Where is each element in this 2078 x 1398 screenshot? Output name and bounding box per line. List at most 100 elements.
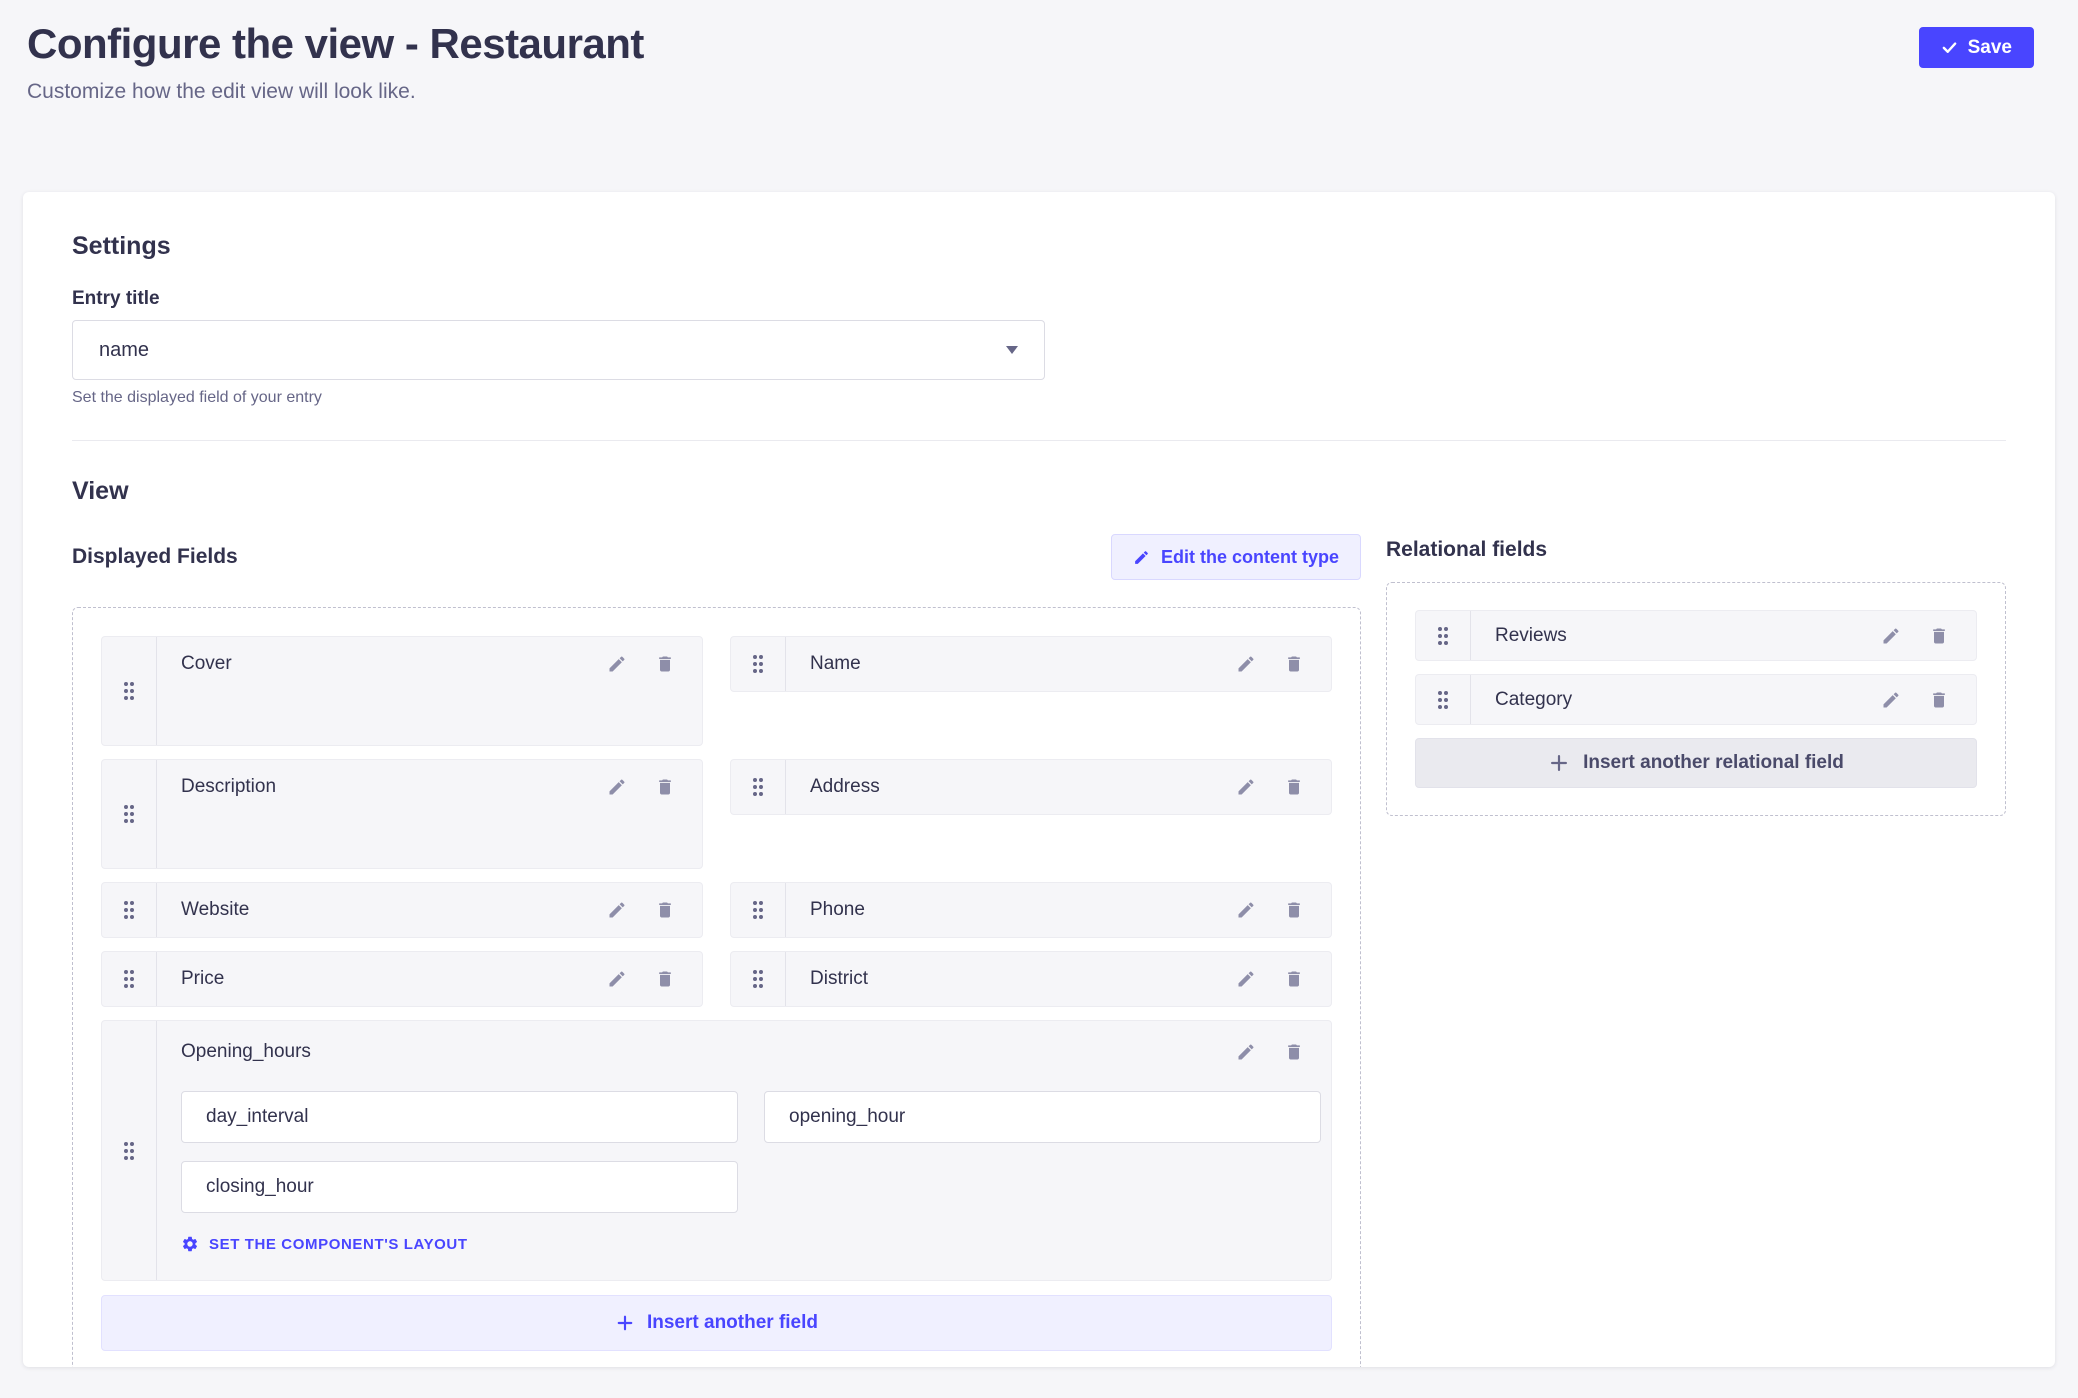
trash-icon (655, 969, 675, 989)
drag-handle[interactable] (102, 952, 157, 1006)
field-label: Website (181, 899, 249, 921)
drag-dots-icon (1435, 688, 1451, 712)
component-card-main: Opening_hours day_interval opening_hour … (157, 1021, 1331, 1280)
edit-field-button[interactable] (1874, 683, 1908, 717)
trash-icon (1284, 777, 1304, 797)
drag-dots-icon (121, 1139, 137, 1163)
edit-field-button[interactable] (1229, 893, 1263, 927)
field-label: Price (181, 968, 224, 990)
edit-field-button[interactable] (600, 647, 634, 681)
displayed-fields-dropzone: Cover (72, 607, 1361, 1367)
page-title: Configure the view - Restaurant (27, 20, 644, 68)
field-card-main: Website (157, 883, 702, 937)
entry-title-select[interactable]: name (72, 320, 1045, 380)
displayed-fields-header: Displayed Fields Edit the content type (72, 534, 1361, 580)
field-label: Name (810, 653, 861, 675)
trash-icon (1284, 1042, 1304, 1062)
plus-icon (1548, 752, 1570, 774)
delete-field-button[interactable] (1922, 619, 1956, 653)
delete-field-button[interactable] (648, 647, 682, 681)
entry-title-hint: Set the displayed field of your entry (72, 389, 2006, 407)
check-icon (1941, 39, 1958, 56)
drag-handle[interactable] (102, 637, 157, 745)
field-label: Phone (810, 899, 865, 921)
edit-content-type-button[interactable]: Edit the content type (1111, 534, 1361, 580)
drag-handle[interactable] (102, 1021, 157, 1280)
trash-icon (655, 777, 675, 797)
delete-field-button[interactable] (1277, 647, 1311, 681)
displayed-fields-heading: Displayed Fields (72, 545, 238, 569)
pencil-icon (1236, 654, 1256, 674)
insert-another-field-button[interactable]: Insert another field (101, 1295, 1332, 1351)
displayed-fields-column: Displayed Fields Edit the content type (72, 534, 1361, 1367)
edit-field-button[interactable] (1229, 770, 1263, 804)
edit-field-button[interactable] (1874, 619, 1908, 653)
edit-field-button[interactable] (600, 770, 634, 804)
edit-field-button[interactable] (1229, 1035, 1263, 1069)
trash-icon (655, 900, 675, 920)
insert-another-relational-field-button[interactable]: Insert another relational field (1415, 738, 1977, 788)
drag-handle[interactable] (102, 760, 157, 868)
set-component-layout-button[interactable]: SET THE COMPONENT'S LAYOUT (181, 1235, 468, 1253)
relational-fields-column: Relational fields Reviews (1386, 534, 2006, 816)
edit-field-button[interactable] (1229, 647, 1263, 681)
pencil-icon (607, 654, 627, 674)
trash-icon (1284, 900, 1304, 920)
trash-icon (1929, 690, 1949, 710)
component-subfield-day-interval: day_interval (181, 1091, 738, 1143)
field-card-cover: Cover (101, 636, 703, 746)
drag-handle[interactable] (102, 883, 157, 937)
view-heading: View (72, 477, 2006, 506)
field-label: Category (1495, 689, 1572, 711)
delete-field-button[interactable] (1922, 683, 1956, 717)
component-subfield-opening-hour: opening_hour (764, 1091, 1321, 1143)
field-card-main: Name (786, 637, 1331, 691)
edit-field-button[interactable] (600, 893, 634, 927)
delete-field-button[interactable] (648, 893, 682, 927)
pencil-icon (1236, 1042, 1256, 1062)
field-card-description: Description (101, 759, 703, 869)
drag-handle[interactable] (731, 952, 786, 1006)
drag-handle[interactable] (731, 883, 786, 937)
drag-handle[interactable] (1416, 675, 1471, 724)
delete-field-button[interactable] (1277, 1035, 1311, 1069)
field-card-main: Address (786, 760, 1331, 814)
insert-another-field-label: Insert another field (647, 1312, 818, 1334)
delete-field-button[interactable] (1277, 893, 1311, 927)
pencil-icon (1236, 969, 1256, 989)
trash-icon (1284, 969, 1304, 989)
relational-card-category: Category (1415, 674, 1977, 725)
drag-dots-icon (750, 652, 766, 676)
field-label: Reviews (1495, 625, 1567, 647)
field-card-opening-hours: Opening_hours day_interval opening_hour … (101, 1020, 1332, 1281)
trash-icon (655, 654, 675, 674)
gear-icon (181, 1235, 199, 1253)
configure-view-panel: Settings Entry title name Set the displa… (23, 192, 2055, 1367)
edit-field-button[interactable] (1229, 962, 1263, 996)
delete-field-button[interactable] (648, 770, 682, 804)
page-subtitle: Customize how the edit view will look li… (27, 80, 644, 104)
delete-field-button[interactable] (1277, 770, 1311, 804)
save-button[interactable]: Save (1919, 27, 2034, 68)
drag-handle[interactable] (731, 760, 786, 814)
delete-field-button[interactable] (648, 962, 682, 996)
pencil-icon (1236, 777, 1256, 797)
section-divider (72, 440, 2006, 441)
component-label: Opening_hours (181, 1041, 311, 1063)
drag-dots-icon (121, 679, 137, 703)
relational-card-reviews: Reviews (1415, 610, 1977, 661)
delete-field-button[interactable] (1277, 962, 1311, 996)
field-card-main: Cover (157, 637, 702, 745)
pencil-icon (607, 969, 627, 989)
drag-handle[interactable] (1416, 611, 1471, 660)
edit-field-button[interactable] (600, 962, 634, 996)
field-label: Description (181, 776, 276, 798)
relational-fields-heading: Relational fields (1386, 538, 2006, 562)
drag-handle[interactable] (731, 637, 786, 691)
drag-dots-icon (750, 967, 766, 991)
drag-dots-icon (750, 775, 766, 799)
pencil-icon (1133, 549, 1150, 566)
displayed-fields-grid: Cover (101, 636, 1332, 1351)
set-component-layout-label: SET THE COMPONENT'S LAYOUT (209, 1236, 468, 1253)
field-card-main: Description (157, 760, 702, 868)
